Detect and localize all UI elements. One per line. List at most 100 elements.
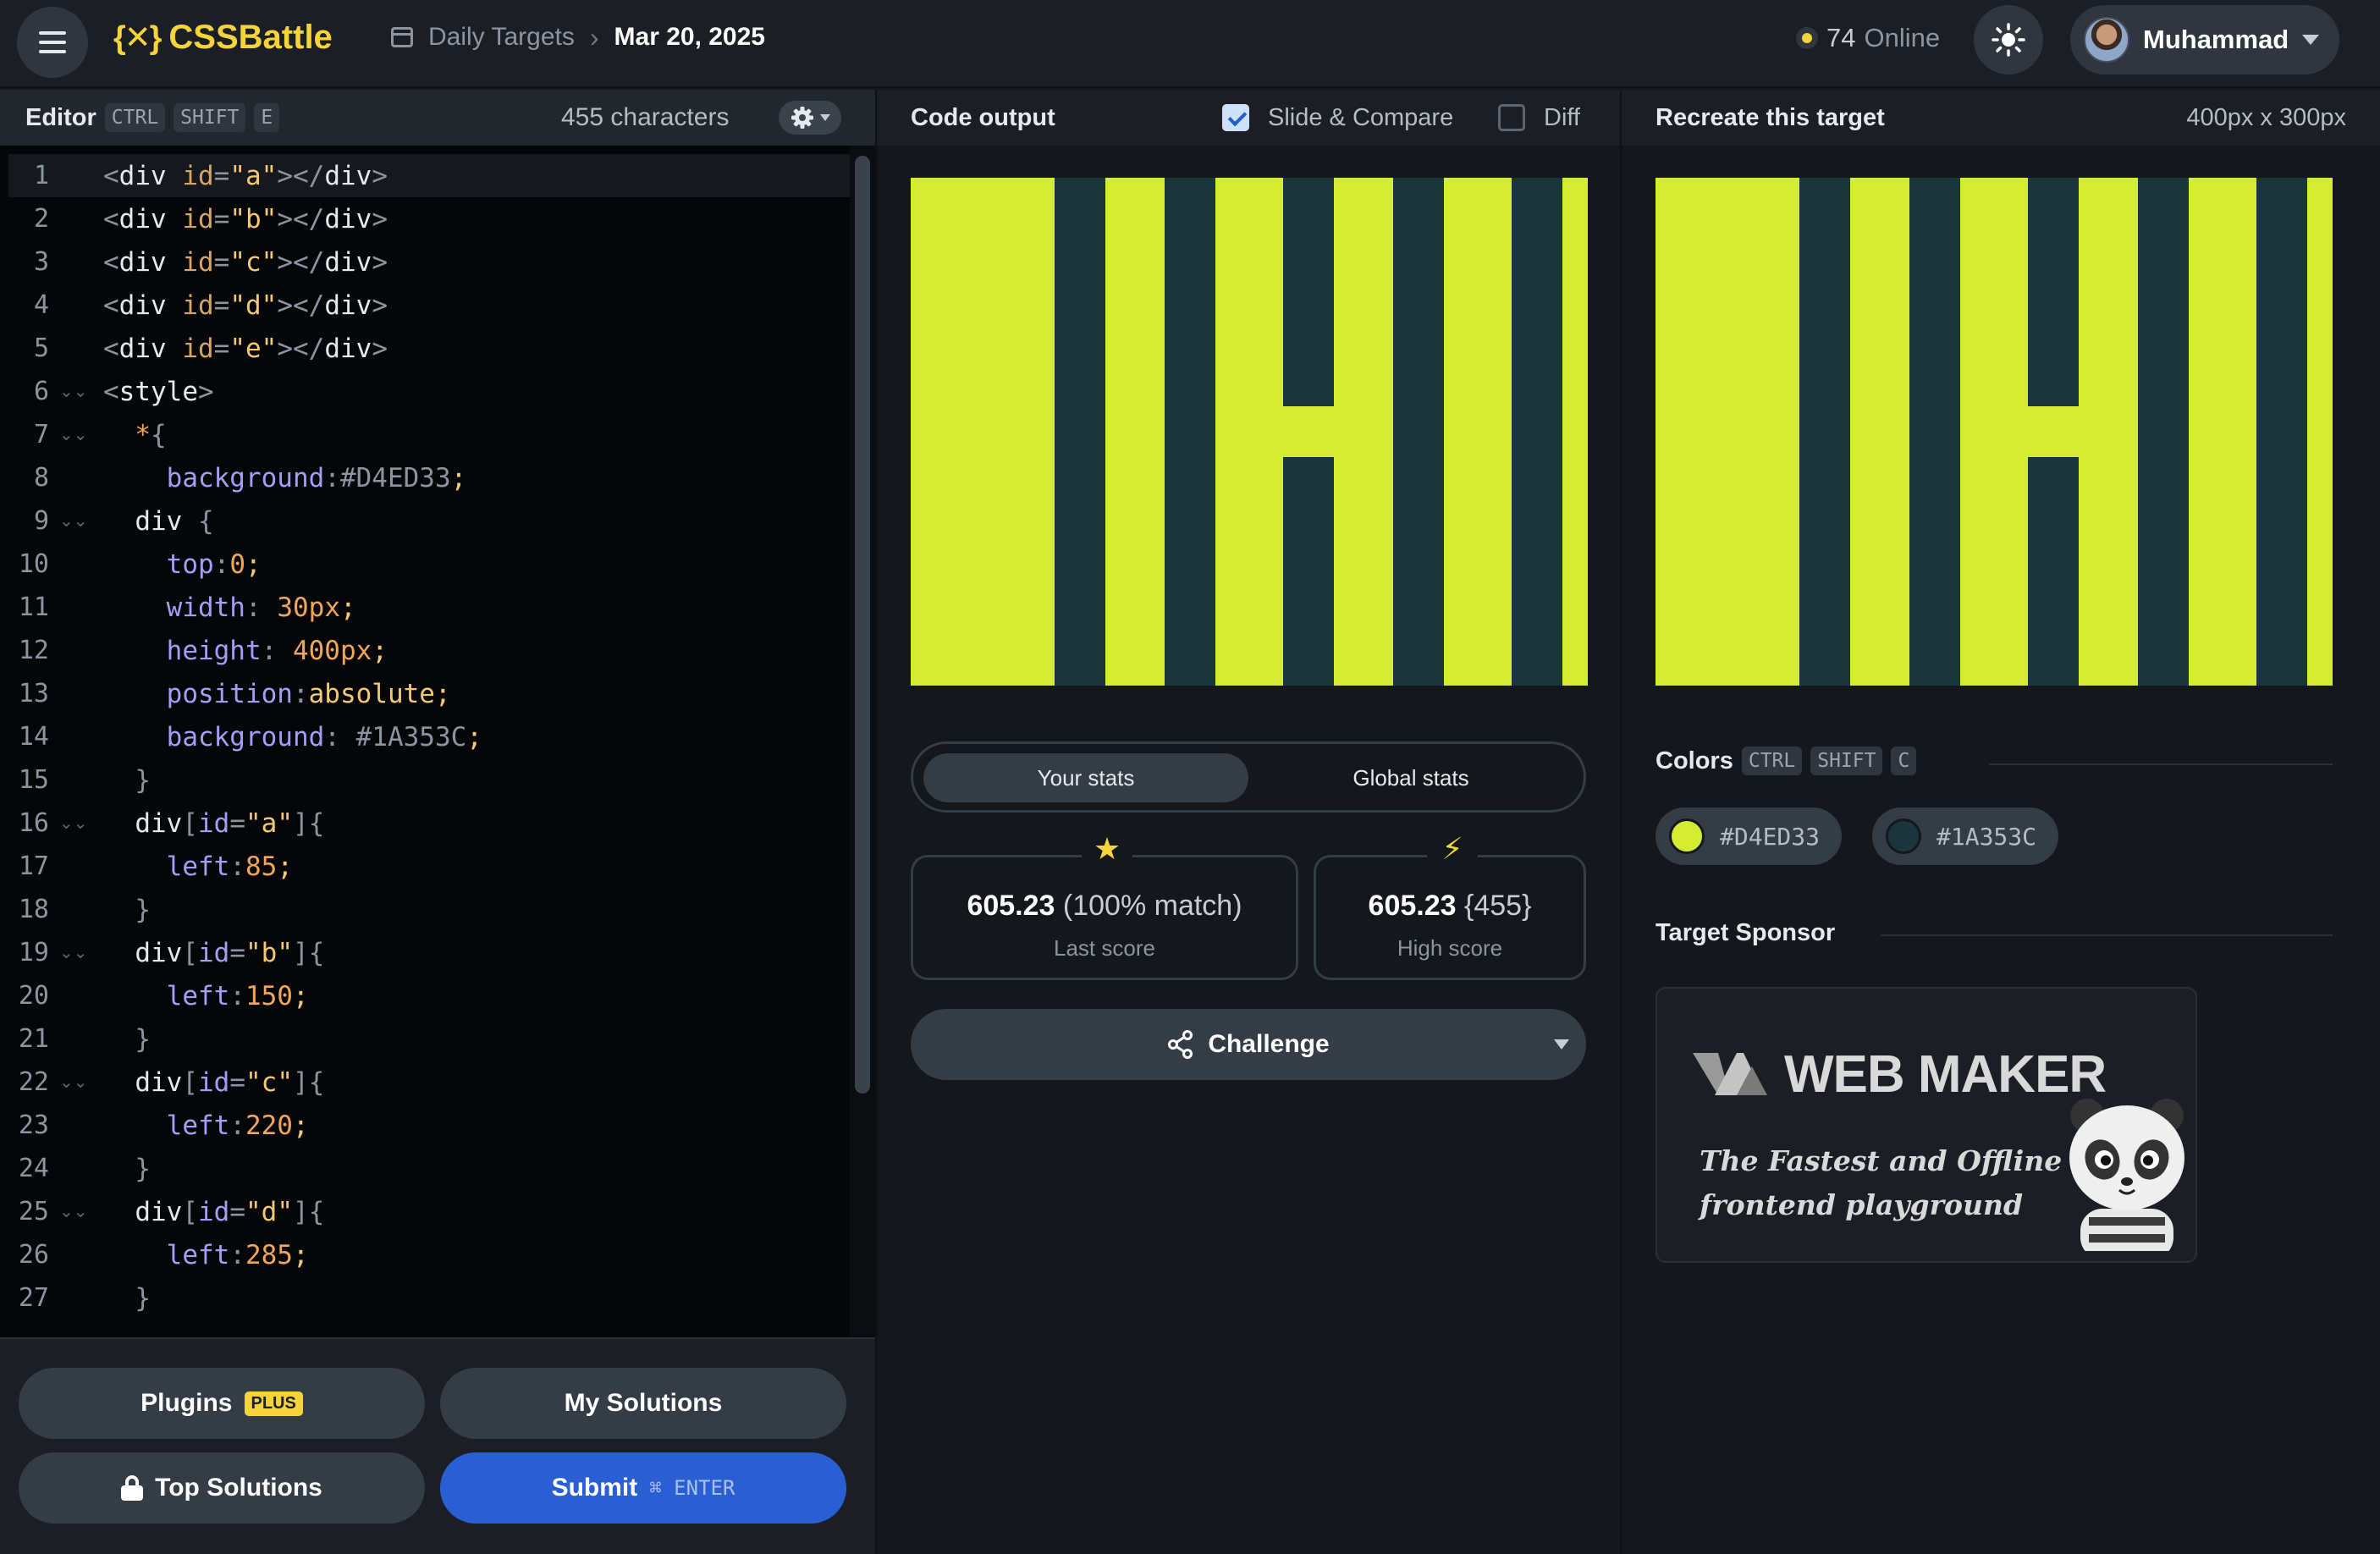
target-image[interactable] bbox=[1656, 178, 2333, 686]
lock-icon bbox=[121, 1475, 144, 1501]
menu-button[interactable] bbox=[17, 7, 88, 78]
online-label: Online bbox=[1864, 23, 1941, 52]
target-header: Recreate this target 400px x 300px bbox=[1622, 90, 2380, 146]
high-score-label: High score bbox=[1397, 935, 1503, 961]
color-swatch[interactable]: #D4ED33 bbox=[1656, 807, 1843, 865]
online-indicator: 74 Online bbox=[1796, 17, 1940, 59]
code-line[interactable]: 21 } bbox=[8, 1017, 850, 1061]
theme-toggle-button[interactable] bbox=[1974, 5, 2043, 74]
sponsor-card[interactable]: WEB MAKER The Fastest and Offline fronte… bbox=[1656, 987, 2197, 1263]
code-line[interactable]: 18 } bbox=[8, 888, 850, 931]
slide-compare-checkbox[interactable] bbox=[1222, 104, 1249, 131]
code-line[interactable]: 3 <div id="c"></div> bbox=[8, 240, 850, 284]
code-line[interactable]: 19 ⌄⌄ div[id="b"]{ bbox=[8, 931, 850, 974]
editor-scrollbar-thumb[interactable] bbox=[855, 156, 870, 1094]
code-line[interactable]: 13 position:absolute; bbox=[8, 672, 850, 715]
code-line[interactable]: 26 left:285; bbox=[8, 1233, 850, 1276]
code-output-canvas[interactable] bbox=[911, 178, 1588, 686]
chevron-down-icon[interactable] bbox=[1554, 1039, 1569, 1050]
code-editor[interactable]: 1 <div id="a"></div> 2 <div id="b"></div> … bbox=[0, 146, 875, 1337]
code-line[interactable]: 4 <div id="d"></div> bbox=[8, 284, 850, 327]
code-line[interactable]: 17 left:85; bbox=[8, 845, 850, 888]
logo-text: CSSBattle bbox=[168, 18, 333, 56]
plus-badge: PLUS bbox=[244, 1391, 303, 1416]
character-count: 455 characters bbox=[561, 103, 730, 131]
panel-divider[interactable] bbox=[875, 90, 878, 1554]
code-line[interactable]: 5 <div id="e"></div> bbox=[8, 327, 850, 370]
divider bbox=[1989, 763, 2333, 765]
breadcrumb: Daily Targets › Mar 20, 2025 bbox=[391, 15, 765, 59]
divider bbox=[1881, 934, 2333, 936]
breadcrumb-daily-targets[interactable]: Daily Targets bbox=[428, 23, 575, 52]
cssbattle-logo[interactable]: {✕} CSSBattle bbox=[113, 14, 333, 61]
tab-your-stats[interactable]: Your stats bbox=[923, 753, 1248, 802]
submit-button[interactable]: Submit ⌘ ENTER bbox=[440, 1452, 846, 1524]
gear-icon bbox=[791, 107, 813, 129]
code-line[interactable]: 15 } bbox=[8, 758, 850, 802]
tab-global-stats[interactable]: Global stats bbox=[1248, 753, 1573, 802]
code-line[interactable]: 24 } bbox=[8, 1147, 850, 1190]
high-score-card: ⚡ 605.23 {455} High score bbox=[1314, 831, 1586, 980]
sun-icon bbox=[1992, 23, 2025, 57]
plugins-button[interactable]: Plugins PLUS bbox=[19, 1368, 425, 1439]
color-dot bbox=[1886, 818, 1921, 854]
output-bar-e bbox=[1512, 178, 1562, 686]
lightning-icon: ⚡ bbox=[1427, 831, 1478, 866]
code-line[interactable]: 14 background: #1A353C; bbox=[8, 715, 850, 758]
top-bar: {✕} CSSBattle Daily Targets › Mar 20, 20… bbox=[0, 0, 2380, 88]
code-line[interactable]: 8 background:#D4ED33; bbox=[8, 456, 850, 499]
code-line[interactable]: 20 left:150; bbox=[8, 974, 850, 1017]
code-line[interactable]: 2 <div id="b"></div> bbox=[8, 197, 850, 240]
code-line[interactable]: 11 width: 30px; bbox=[8, 586, 850, 629]
calendar-icon bbox=[391, 27, 413, 47]
code-line[interactable]: 12 height: 400px; bbox=[8, 629, 850, 672]
target-bar-a bbox=[1799, 178, 1850, 686]
fold-chevron-icon: ⌄⌄ bbox=[59, 512, 88, 531]
last-score-card: ★ 605.23 (100% match) Last score bbox=[911, 831, 1298, 980]
diff-toggle[interactable]: Diff bbox=[1498, 104, 1580, 132]
code-line[interactable]: 16 ⌄⌄ div[id="a"]{ bbox=[8, 802, 850, 845]
output-header: Code output Slide & Compare Diff bbox=[877, 90, 1620, 146]
shortcut-key: C bbox=[1891, 747, 1917, 775]
code-line[interactable]: 25 ⌄⌄ div[id="d"]{ bbox=[8, 1190, 850, 1233]
user-menu-button[interactable]: Muhammad bbox=[2070, 5, 2339, 74]
my-solutions-button[interactable]: My Solutions bbox=[440, 1368, 846, 1439]
target-bar-gap bbox=[2028, 406, 2079, 457]
code-line[interactable]: 1 <div id="a"></div> bbox=[8, 154, 850, 197]
color-dot bbox=[1669, 818, 1705, 854]
challenge-button[interactable]: Challenge bbox=[911, 1009, 1586, 1080]
color-swatch[interactable]: #1A353C bbox=[1872, 807, 2059, 865]
shortcut-key: CTRL bbox=[1741, 747, 1803, 775]
fold-chevron-icon: ⌄⌄ bbox=[59, 1073, 88, 1092]
panel-divider[interactable] bbox=[1620, 90, 1622, 1554]
online-count: 74 bbox=[1826, 23, 1856, 52]
chevron-down-icon bbox=[820, 114, 830, 121]
fold-chevron-icon: ⌄⌄ bbox=[59, 944, 88, 962]
output-bar-a bbox=[1055, 178, 1105, 686]
top-solutions-button[interactable]: Top Solutions bbox=[19, 1452, 425, 1524]
code-line[interactable]: 10 top:0; bbox=[8, 543, 850, 586]
submit-shortcut: ⌘ ENTER bbox=[649, 1476, 735, 1500]
editor-settings-button[interactable] bbox=[779, 101, 841, 135]
star-icon: ★ bbox=[1082, 831, 1132, 866]
editor-footer: Plugins PLUS My Solutions Top Solutions … bbox=[0, 1337, 875, 1554]
panda-mascot-icon bbox=[2069, 1099, 2184, 1251]
shortcut-key: SHIFT bbox=[174, 103, 246, 132]
code-line[interactable]: 6 ⌄⌄ <style> bbox=[8, 370, 850, 413]
logo-mark-icon: {✕} bbox=[113, 19, 162, 56]
code-line[interactable]: 9 ⌄⌄ div { bbox=[8, 499, 850, 543]
high-score-chars: {455} bbox=[1464, 890, 1532, 922]
slide-compare-toggle[interactable]: Slide & Compare bbox=[1222, 104, 1453, 132]
code-line[interactable]: 7 ⌄⌄ *{ bbox=[8, 413, 850, 456]
code-line[interactable]: 23 left:220; bbox=[8, 1104, 850, 1147]
target-size: 400px x 300px bbox=[2186, 104, 2346, 131]
diff-checkbox[interactable] bbox=[1498, 104, 1525, 131]
code-line[interactable]: 22 ⌄⌄ div[id="c"]{ bbox=[8, 1061, 850, 1104]
code-line[interactable]: 27 } bbox=[8, 1276, 850, 1320]
fold-chevron-icon: ⌄⌄ bbox=[59, 1203, 88, 1221]
fold-chevron-icon: ⌄⌄ bbox=[59, 383, 88, 401]
chevron-down-icon bbox=[2302, 35, 2320, 45]
hamburger-icon bbox=[39, 31, 66, 35]
shortcut-key: E bbox=[254, 103, 280, 132]
sponsor-tagline: The Fastest and Offline frontend playgro… bbox=[1700, 1144, 2063, 1221]
